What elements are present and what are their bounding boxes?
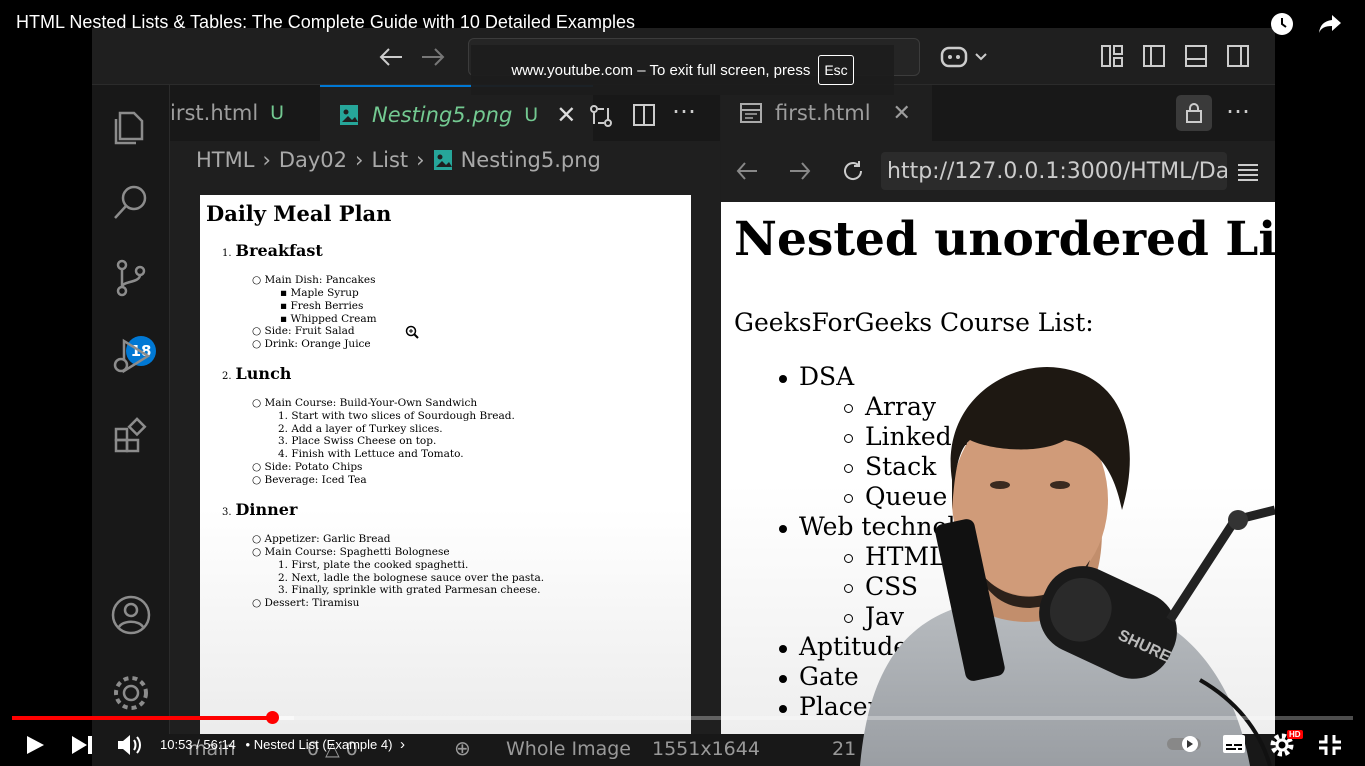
- open-changes-icon[interactable]: [588, 103, 614, 129]
- dinner-heading: 3. Dinner: [222, 500, 298, 519]
- chevron-right-icon[interactable]: ›: [400, 736, 405, 753]
- watch-later-icon[interactable]: [1270, 12, 1294, 36]
- list-item: ▪ Fresh Berries: [280, 300, 364, 312]
- more-actions-icon[interactable]: ⋯: [1226, 97, 1250, 126]
- breadcrumb-item[interactable]: List: [371, 148, 408, 172]
- exit-fullscreen-icon[interactable]: [1318, 734, 1342, 756]
- hd-badge: HD: [1287, 730, 1303, 739]
- presenter-webcam: SHURE: [860, 366, 1275, 766]
- breadcrumb: HTML › Day02 › List › Nesting5.png: [196, 148, 601, 172]
- list-item: ▪ Whipped Cream: [280, 313, 377, 325]
- forward-arrow-icon[interactable]: [420, 46, 446, 68]
- editor-group: irst.html U Nesting5.png U ✕ ⋯ HTML › Day02…: [170, 85, 720, 766]
- list-item: ○ Main Course: Build-Your-Own Sandwich: [252, 397, 478, 409]
- list-item: 1. First, plate the cooked spaghetti.: [278, 559, 469, 571]
- search-icon[interactable]: [110, 181, 152, 223]
- subtitles-icon[interactable]: [1222, 734, 1246, 754]
- lock-icon[interactable]: [1176, 95, 1212, 131]
- reload-icon[interactable]: [841, 159, 865, 183]
- play-icon[interactable]: [24, 734, 46, 756]
- toggle-secondary-sidebar-icon[interactable]: [1226, 44, 1250, 68]
- player-controls: 10:53 / 56:14 • Nested List (Example 4) …: [0, 722, 1365, 766]
- image-file-icon: [340, 105, 358, 125]
- course-list-label: GeeksForGeeks Course List:: [734, 308, 1094, 337]
- browser-preview-icon: [740, 103, 762, 123]
- breadcrumb-item[interactable]: Nesting5.png: [461, 148, 601, 172]
- copilot-icon[interactable]: [940, 42, 990, 70]
- autoplay-toggle[interactable]: [1166, 734, 1202, 754]
- tab-first-html[interactable]: irst.html U: [170, 85, 320, 141]
- extensions-icon[interactable]: [110, 415, 152, 457]
- source-control-icon[interactable]: [110, 257, 152, 299]
- list-item: ○ Side: Potato Chips: [252, 461, 363, 473]
- list-item: ○ Beverage: Iced Tea: [252, 474, 367, 486]
- volume-icon[interactable]: [116, 733, 144, 757]
- close-tab-icon[interactable]: ✕: [893, 101, 911, 126]
- fullscreen-toast: www.youtube.com – To exit full screen, p…: [471, 45, 894, 95]
- toast-text: www.youtube.com – To exit full screen, p…: [511, 61, 811, 79]
- list-item: 3. Finally, sprinkle with grated Parmesa…: [278, 584, 541, 596]
- tab-label: first.html: [775, 101, 871, 125]
- esc-key: Esc: [818, 55, 854, 85]
- toggle-panel-icon[interactable]: [1184, 44, 1208, 68]
- url-input[interactable]: http://127.0.0.1:3000/HTML/Day0: [881, 152, 1227, 190]
- activity-bar: 18: [92, 85, 170, 766]
- list-item: ○ Main Course: Spaghetti Bolognese: [252, 546, 450, 558]
- account-icon[interactable]: [110, 594, 152, 636]
- list-item: 4. Finish with Lettuce and Tomato.: [278, 448, 464, 460]
- breadcrumb-item[interactable]: Day02: [279, 148, 347, 172]
- list-item: ○ Main Dish: Pancakes: [252, 274, 376, 286]
- video-title[interactable]: HTML Nested Lists & Tables: The Complete…: [16, 12, 635, 33]
- back-arrow-icon[interactable]: [735, 160, 759, 182]
- list-item: 2. Add a layer of Turkey slices.: [278, 423, 443, 435]
- breadcrumb-item[interactable]: HTML: [196, 148, 254, 172]
- breakfast-heading: 1. Breakfast: [222, 241, 323, 260]
- chapter-title[interactable]: • Nested List (Example 4): [246, 737, 393, 752]
- settings-gear-icon[interactable]: [110, 672, 152, 714]
- more-actions-icon[interactable]: ⋯: [672, 97, 698, 126]
- list-item: ○ Drink: Orange Juice: [252, 338, 371, 350]
- zoom-cursor-icon: [405, 325, 419, 339]
- image-file-icon: [433, 150, 452, 170]
- explorer-icon[interactable]: [110, 105, 152, 147]
- close-tab-icon[interactable]: ✕: [556, 101, 576, 129]
- tab-label: Nesting5.png: [372, 103, 513, 127]
- split-editor-icon[interactable]: [632, 103, 656, 127]
- meal-plan-title: Daily Meal Plan: [206, 201, 392, 226]
- share-icon[interactable]: [1318, 13, 1342, 35]
- time-display: 10:53 / 56:14 • Nested List (Example 4) …: [160, 736, 405, 753]
- menu-icon[interactable]: [1237, 162, 1259, 182]
- list-item: 1. Start with two slices of Sourdough Br…: [278, 410, 515, 422]
- image-preview: Daily Meal Plan 1. Breakfast ○ Main Dish:…: [200, 195, 691, 766]
- list-item: ○ Dessert: Tiramisu: [252, 597, 360, 609]
- tab-label: irst.html: [170, 101, 259, 125]
- run-debug-icon[interactable]: [110, 335, 152, 377]
- time-text: 10:53 / 56:14: [160, 737, 236, 752]
- browser-toolbar: http://127.0.0.1:3000/HTML/Day0: [721, 142, 1275, 200]
- toggle-sidebar-icon[interactable]: [1142, 44, 1166, 68]
- page-heading: Nested unordered List: [734, 212, 1275, 267]
- lunch-heading: 2. Lunch: [222, 364, 292, 383]
- list-item: ○ Side: Fruit Salad: [252, 325, 355, 337]
- list-item: 2. Next, ladle the bolognese sauce over …: [278, 572, 545, 584]
- list-item: 3. Place Swiss Cheese on top.: [278, 435, 437, 447]
- list-item: ○ Appetizer: Garlic Bread: [252, 533, 391, 545]
- layout-icon[interactable]: [1100, 44, 1124, 68]
- progress-bar[interactable]: [12, 716, 1353, 720]
- next-icon[interactable]: [70, 734, 94, 756]
- untracked-mark: U: [270, 102, 285, 124]
- back-arrow-icon[interactable]: [378, 46, 404, 68]
- progress-played: [12, 716, 273, 720]
- list-item: ▪ Maple Syrup: [280, 287, 359, 299]
- untracked-mark: U: [524, 104, 539, 126]
- forward-arrow-icon[interactable]: [788, 160, 812, 182]
